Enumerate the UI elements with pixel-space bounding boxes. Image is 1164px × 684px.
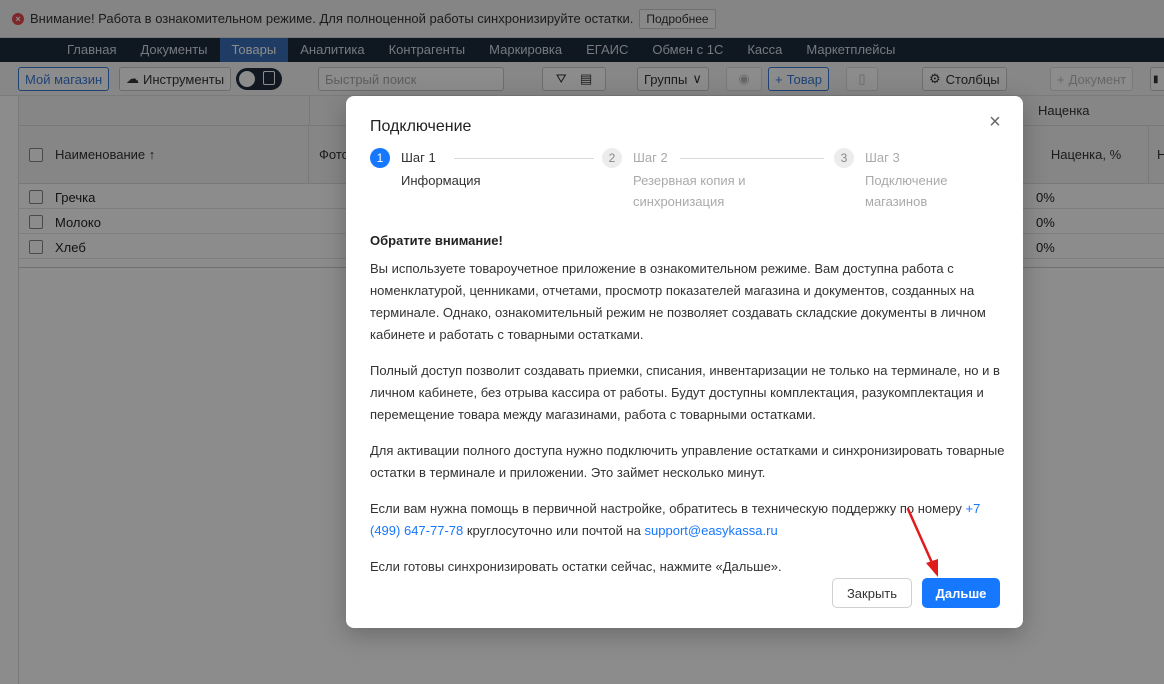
support-text-before: Если вам нужна помощь в первичной настро… [370,501,962,516]
annotation-arrow-icon [906,507,938,577]
step-2-description-line-2: синхронизация [633,194,725,209]
paragraph-activation: Для активации полного доступа нужно подк… [370,443,1005,480]
step-3-description-line-2: магазинов [865,194,928,209]
support-email-link[interactable]: support@easykassa.ru [645,523,778,538]
step-1-label: Шаг 1 [401,150,436,165]
close-icon[interactable]: × [987,112,1003,132]
support-text-middle: круглосуточно или почтой на [466,523,641,538]
attention-heading: Обратите внимание! [370,233,503,248]
step-3-label: Шаг 3 [865,150,900,165]
step-2-number: 2 [602,148,622,168]
paragraph-full-access: Полный доступ позволит создавать приемки… [370,363,1000,422]
step-3-description-line-1: Подключение [865,173,948,188]
paragraph-trial-info: Вы используете товароучетное приложение … [370,261,986,342]
step-2-label: Шаг 2 [633,150,668,165]
step-connector [680,158,824,159]
step-1-description: Информация [401,173,481,188]
step-1-number: 1 [370,148,390,168]
step-connector [454,158,594,159]
step-3-number: 3 [834,148,854,168]
modal-title: Подключение [370,118,472,135]
step-2-description-line-1: Резервная копия и [633,173,746,188]
